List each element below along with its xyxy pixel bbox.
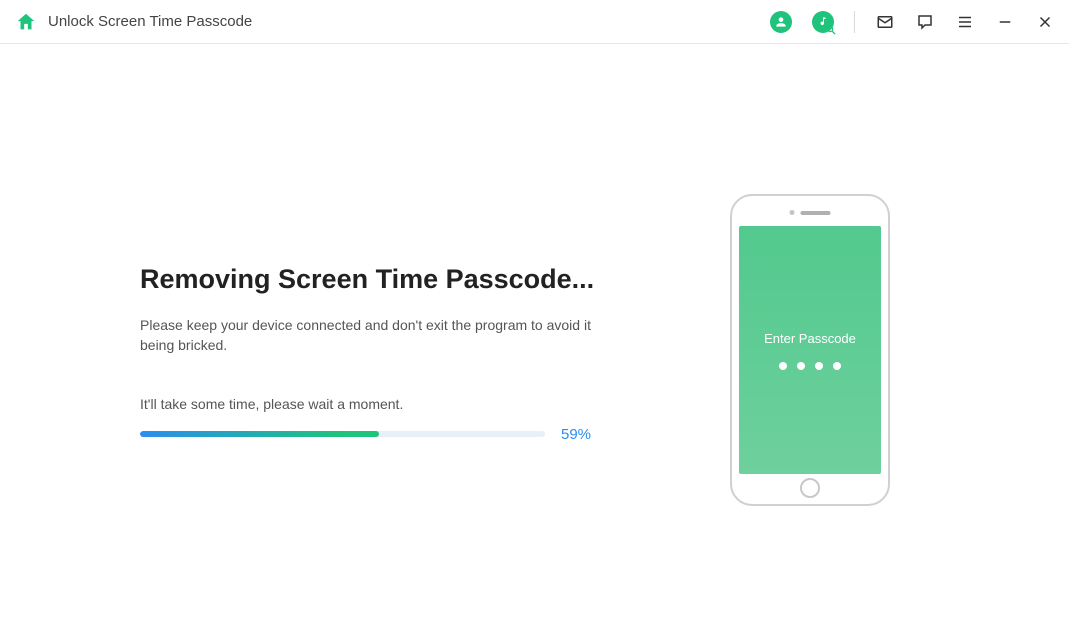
divider (854, 11, 855, 33)
phone-screen-label: Enter Passcode (764, 331, 856, 346)
feedback-icon[interactable] (915, 12, 935, 32)
titlebar-right (770, 11, 1055, 33)
passcode-dots (779, 362, 841, 370)
heading: Removing Screen Time Passcode... (140, 264, 610, 295)
main-content: Removing Screen Time Passcode... Please … (0, 44, 1069, 506)
phone-illustration: Enter Passcode (730, 194, 890, 506)
music-search-icon[interactable] (812, 11, 834, 33)
progress-fill (140, 431, 379, 437)
minimize-icon[interactable] (995, 12, 1015, 32)
menu-icon[interactable] (955, 12, 975, 32)
warning-text: Please keep your device connected and do… (140, 315, 600, 356)
home-icon[interactable] (14, 10, 38, 34)
progress-percent-label: 59% (561, 426, 591, 443)
page-title: Unlock Screen Time Passcode (48, 13, 252, 30)
progress-row: 59% (140, 426, 610, 443)
titlebar-left: Unlock Screen Time Passcode (14, 10, 252, 34)
mail-icon[interactable] (875, 12, 895, 32)
titlebar: Unlock Screen Time Passcode (0, 0, 1069, 44)
phone-home-button (800, 478, 820, 498)
phone-screen: Enter Passcode (739, 226, 881, 474)
phone-frame: Enter Passcode (730, 194, 890, 506)
phone-speaker (790, 210, 831, 215)
progress-panel: Removing Screen Time Passcode... Please … (140, 194, 610, 506)
close-icon[interactable] (1035, 12, 1055, 32)
account-icon[interactable] (770, 11, 792, 33)
progress-bar (140, 431, 545, 437)
wait-text: It'll take some time, please wait a mome… (140, 396, 610, 412)
